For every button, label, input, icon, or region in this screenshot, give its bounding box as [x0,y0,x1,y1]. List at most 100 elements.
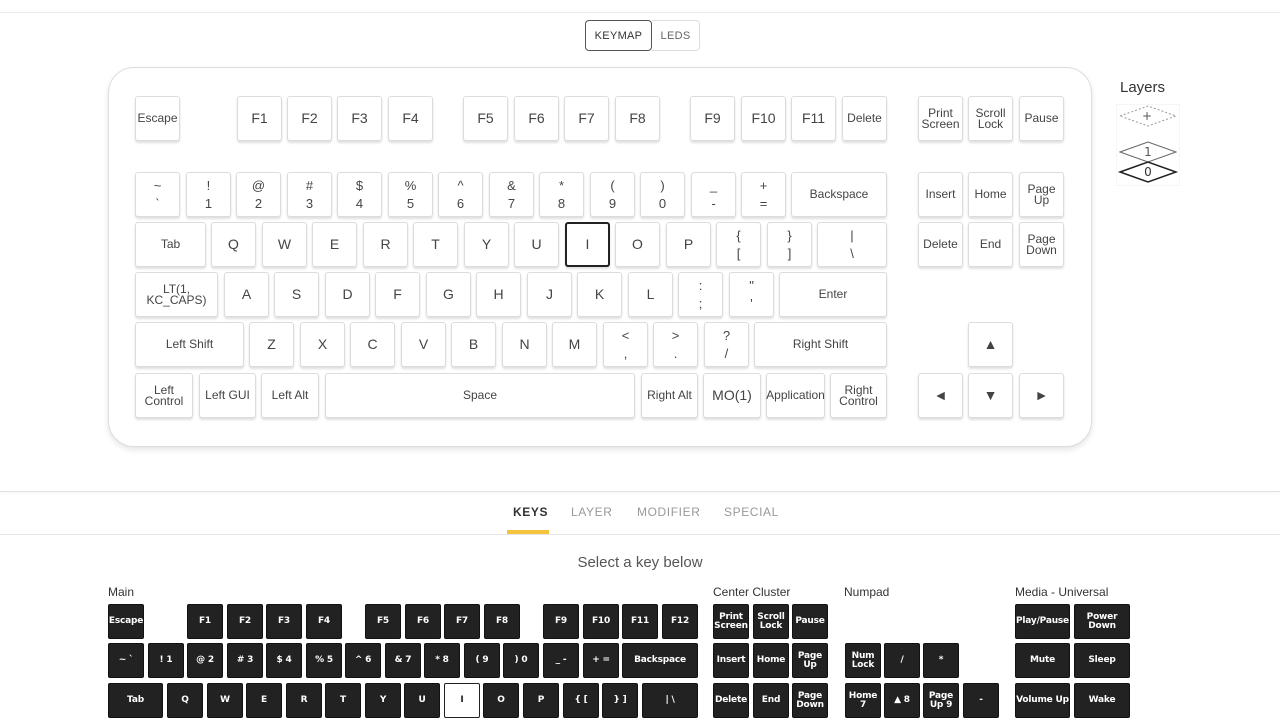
palette-key-volume-up[interactable]: Volume Up [1015,683,1070,718]
palette-key-mute[interactable]: Mute [1015,643,1070,678]
palette-key-f4[interactable]: F4 [306,604,342,639]
key-l[interactable]: L [628,272,673,317]
palette-key-1[interactable]: ! 1 [148,643,184,678]
palette-key-f11[interactable]: F11 [622,604,658,639]
palette-key-o[interactable]: O [483,683,519,718]
key-delete[interactable]: Delete [918,222,963,267]
palette-key-f1[interactable]: F1 [187,604,223,639]
palette-key-8[interactable]: * 8 [424,643,460,678]
key-symbol[interactable]: >. [653,322,698,367]
key-i[interactable]: I [565,222,610,267]
key-0[interactable]: )0 [640,172,685,217]
palette-key-insert[interactable]: Insert [713,643,749,678]
key-print-screen[interactable]: Print Screen [918,96,963,141]
palette-key-f12[interactable]: F12 [662,604,698,639]
palette-key-f5[interactable]: F5 [365,604,401,639]
key-symbol[interactable]: ~` [135,172,180,217]
key-symbol[interactable]: ► [1019,373,1064,418]
key-t[interactable]: T [413,222,458,267]
palette-key-print-screen[interactable]: Print Screen [713,604,749,639]
palette-key-num-lock[interactable]: Num Lock [845,643,881,678]
key-1[interactable]: !1 [186,172,231,217]
palette-key-y[interactable]: Y [365,683,401,718]
key-f6[interactable]: F6 [514,96,559,141]
palette-key-f9[interactable]: F9 [543,604,579,639]
palette-key-symbol[interactable]: * [923,643,959,678]
key-scroll-lock[interactable]: Scroll Lock [968,96,1013,141]
palette-key-symbol[interactable]: } ] [602,683,638,718]
palette-key-home[interactable]: Home [753,643,789,678]
key-u[interactable]: U [514,222,559,267]
key-f10[interactable]: F10 [741,96,786,141]
key-n[interactable]: N [502,322,547,367]
key-w[interactable]: W [262,222,307,267]
palette-key-delete[interactable]: Delete [713,683,749,718]
palette-key-symbol[interactable]: ~ ` [108,643,144,678]
palette-key-f8[interactable]: F8 [484,604,520,639]
key-m[interactable]: M [552,322,597,367]
key-f4[interactable]: F4 [388,96,433,141]
key-page-up[interactable]: Page Up [1019,172,1064,217]
key-y[interactable]: Y [464,222,509,267]
key-symbol[interactable]: _- [691,172,736,217]
palette-key-symbol[interactable]: - [963,683,999,718]
key-4[interactable]: $4 [337,172,382,217]
palette-key-3[interactable]: # 3 [227,643,263,678]
key-symbol[interactable]: ?/ [704,322,749,367]
tab-keys[interactable]: KEYS [513,505,548,519]
key-k[interactable]: K [577,272,622,317]
key-end[interactable]: End [968,222,1013,267]
key-application[interactable]: Application [766,373,825,418]
key-v[interactable]: V [401,322,446,367]
key-o[interactable]: O [615,222,660,267]
keymap-toggle-button[interactable]: KEYMAP [585,20,652,51]
layer-0-button[interactable]: 0 [1120,162,1176,182]
palette-key-page-down[interactable]: Page Down [792,683,828,718]
palette-key-wake[interactable]: Wake [1074,683,1130,718]
key-delete[interactable]: Delete [842,96,887,141]
palette-key-f7[interactable]: F7 [444,604,480,639]
key-h[interactable]: H [476,272,521,317]
key-enter[interactable]: Enter [779,272,887,317]
palette-key-f10[interactable]: F10 [583,604,619,639]
palette-key-q[interactable]: Q [167,683,203,718]
palette-key-home-7[interactable]: Home 7 [845,683,881,718]
layer-1-button[interactable]: 1 [1120,142,1176,162]
palette-key-scroll-lock[interactable]: Scroll Lock [753,604,789,639]
key-right-shift[interactable]: Right Shift [754,322,887,367]
palette-key-escape[interactable]: Escape [108,604,144,639]
key-g[interactable]: G [426,272,471,317]
key-f7[interactable]: F7 [564,96,609,141]
key-j[interactable]: J [527,272,572,317]
key-mo-1[interactable]: MO(1) [703,373,761,418]
palette-key-7[interactable]: & 7 [385,643,421,678]
key-left-control[interactable]: Left Control [135,373,193,418]
key-3[interactable]: #3 [287,172,332,217]
key-8[interactable]: *8 [539,172,584,217]
key-backspace[interactable]: Backspace [791,172,887,217]
key-r[interactable]: R [363,222,408,267]
palette-key-symbol[interactable]: { [ [563,683,599,718]
leds-toggle-button[interactable]: LEDS [652,20,700,51]
tab-special[interactable]: SPECIAL [724,505,779,519]
key-escape[interactable]: Escape [135,96,180,141]
key-f3[interactable]: F3 [337,96,382,141]
palette-key-symbol[interactable]: | \ [642,683,698,718]
key-symbol[interactable]: {[ [716,222,761,267]
key-left-gui[interactable]: Left GUI [199,373,256,418]
key-9[interactable]: (9 [590,172,635,217]
palette-key-5[interactable]: % 5 [306,643,342,678]
palette-key-2[interactable]: @ 2 [187,643,223,678]
palette-key-6[interactable]: ^ 6 [345,643,381,678]
palette-key-play-pause[interactable]: Play/Pause [1015,604,1070,639]
palette-key-power-down[interactable]: Power Down [1074,604,1130,639]
palette-key-9[interactable]: ( 9 [464,643,500,678]
key-f11[interactable]: F11 [791,96,836,141]
palette-key-f3[interactable]: F3 [266,604,302,639]
key-home[interactable]: Home [968,172,1013,217]
key-d[interactable]: D [325,272,370,317]
palette-key-f2[interactable]: F2 [227,604,263,639]
palette-key-page-up[interactable]: Page Up [792,643,828,678]
palette-key-8[interactable]: ▲ 8 [884,683,920,718]
palette-key-0[interactable]: ) 0 [503,643,539,678]
